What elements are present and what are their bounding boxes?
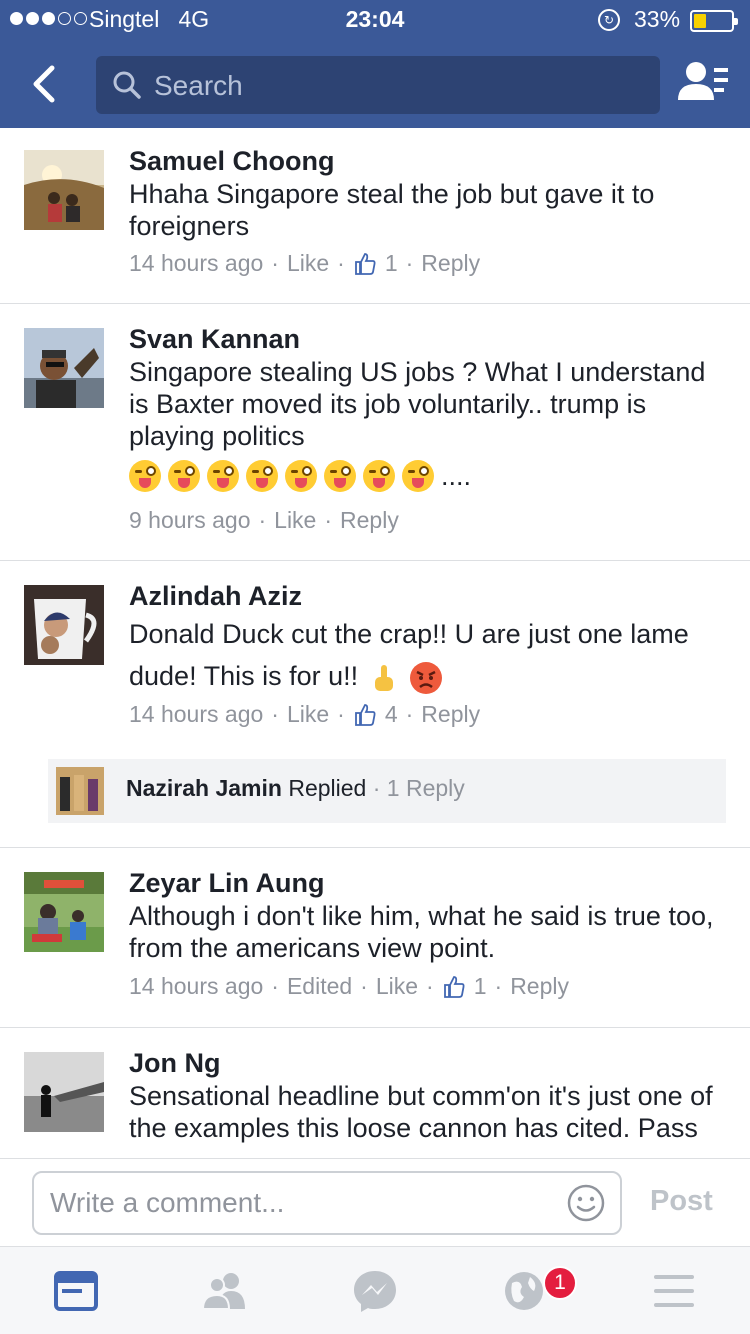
avatar[interactable]	[24, 1052, 104, 1132]
avatar	[56, 767, 104, 815]
reply-button[interactable]: Reply	[340, 507, 399, 534]
avatar[interactable]	[24, 328, 104, 408]
like-count-icon	[354, 703, 376, 726]
battery-percent: 33%	[634, 6, 681, 32]
status-bar: Singtel 4G 23:04 ↻ 33%	[0, 0, 750, 42]
reply-button[interactable]: Reply	[421, 250, 480, 277]
search-icon	[113, 71, 141, 99]
friend-requests-button[interactable]	[676, 58, 734, 110]
comment-timestamp: 14 hours ago	[129, 701, 264, 727]
like-button[interactable]: Like	[376, 973, 418, 1000]
reply-count: 1 Reply	[386, 775, 465, 801]
winking-tongue-emoji	[168, 460, 200, 492]
comment-text: Although i don't like him, what he said …	[129, 901, 714, 963]
emoji-row: ....	[129, 460, 471, 492]
comment-meta: 14 hours ago · Edited · Like · 1 · Reply	[129, 973, 569, 1000]
replies-preview[interactable]: Nazirah Jamin Replied · 1 Reply	[48, 759, 726, 823]
comment-composer: Write a comment... Post	[0, 1158, 750, 1246]
comments-list: Samuel Choong Hhaha Singapore steal the …	[0, 128, 750, 1158]
commenter-name[interactable]: Zeyar Lin Aung	[129, 868, 325, 899]
comment-input[interactable]: Write a comment...	[32, 1171, 622, 1235]
like-count: 4	[384, 701, 398, 727]
like-button[interactable]: Like	[287, 701, 329, 728]
battery-fill	[694, 14, 706, 28]
edited-label[interactable]: Edited	[287, 973, 352, 1000]
winking-tongue-emoji	[207, 460, 239, 492]
like-button[interactable]: Like	[287, 250, 329, 277]
commenter-name[interactable]: Svan Kannan	[129, 324, 300, 355]
top-bar: Singtel 4G 23:04 ↻ 33% Search	[0, 0, 750, 128]
avatar[interactable]	[24, 585, 104, 665]
comment-text: Hhaha Singapore steal the job but gave i…	[129, 179, 655, 241]
winking-tongue-emoji	[246, 460, 278, 492]
rotation-lock-icon: ↻	[598, 9, 620, 31]
post-button[interactable]: Post	[650, 1185, 713, 1218]
winking-tongue-emoji	[402, 460, 434, 492]
like-count: 1	[473, 973, 487, 999]
comment-timestamp: 14 hours ago	[129, 973, 264, 999]
comment-meta: 14 hours ago · Like · 1 · Reply	[129, 250, 481, 277]
person-list-icon	[678, 62, 728, 100]
comment-timestamp: 14 hours ago	[129, 250, 264, 276]
like-count-icon	[443, 975, 465, 998]
reply-button[interactable]: Reply	[421, 701, 480, 728]
menu-icon[interactable]	[650, 1269, 698, 1313]
commenter-name[interactable]: Jon Ng	[129, 1048, 221, 1079]
chevron-left-icon	[33, 65, 55, 103]
commenter-name[interactable]: Azlindah Aziz	[129, 581, 302, 612]
winking-tongue-emoji	[129, 460, 161, 492]
comment-item: Zeyar Lin Aung Although i don't like him…	[0, 848, 750, 1028]
search-placeholder: Search	[154, 70, 243, 101]
comment-meta: 14 hours ago · Like · 4 · Reply	[129, 701, 481, 728]
comment-text: Sensational headline but comm'on it's ju…	[129, 1081, 713, 1143]
comment-text: Donald Duck cut the crap!! U are just on…	[129, 613, 729, 697]
tab-bar	[0, 1246, 750, 1334]
commenter-name[interactable]: Samuel Choong	[129, 146, 335, 177]
comment-meta: 9 hours ago · Like · Reply	[129, 507, 399, 534]
search-input[interactable]: Search	[96, 56, 660, 114]
notifications-globe-icon[interactable]	[500, 1269, 548, 1313]
messenger-icon[interactable]	[351, 1269, 399, 1313]
replied-label: Replied	[288, 775, 367, 801]
like-button[interactable]: Like	[274, 507, 316, 534]
sticker-icon[interactable]	[566, 1183, 606, 1223]
news-feed-icon[interactable]	[52, 1269, 100, 1313]
back-button[interactable]	[20, 58, 68, 110]
comment-timestamp: 9 hours ago	[129, 507, 251, 533]
winking-tongue-emoji	[324, 460, 356, 492]
comment-item: Jon Ng Sensational headline but comm'on …	[0, 1028, 750, 1158]
winking-tongue-emoji	[285, 460, 317, 492]
notification-badge: 1	[543, 1266, 577, 1300]
winking-tongue-emoji	[363, 460, 395, 492]
avatar[interactable]	[24, 872, 104, 952]
comment-item: Svan Kannan Singapore stealing US jobs ?…	[0, 304, 750, 561]
like-count-icon	[354, 252, 376, 275]
middle-finger-emoji	[372, 663, 396, 693]
friends-icon[interactable]	[201, 1269, 249, 1313]
avatar[interactable]	[24, 150, 104, 230]
comment-placeholder: Write a comment...	[50, 1187, 285, 1218]
comment-text: Singapore stealing US jobs ? What I unde…	[129, 357, 706, 451]
comment-item: Samuel Choong Hhaha Singapore steal the …	[0, 128, 750, 304]
reply-button[interactable]: Reply	[510, 973, 569, 1000]
reply-summary: Nazirah Jamin Replied · 1 Reply	[126, 775, 465, 801]
angry-face-emoji	[409, 661, 443, 695]
like-count: 1	[384, 250, 398, 276]
replier-name: Nazirah Jamin	[126, 775, 282, 801]
emoji-trailing-dots: ....	[441, 460, 472, 491]
battery-icon	[690, 10, 738, 32]
